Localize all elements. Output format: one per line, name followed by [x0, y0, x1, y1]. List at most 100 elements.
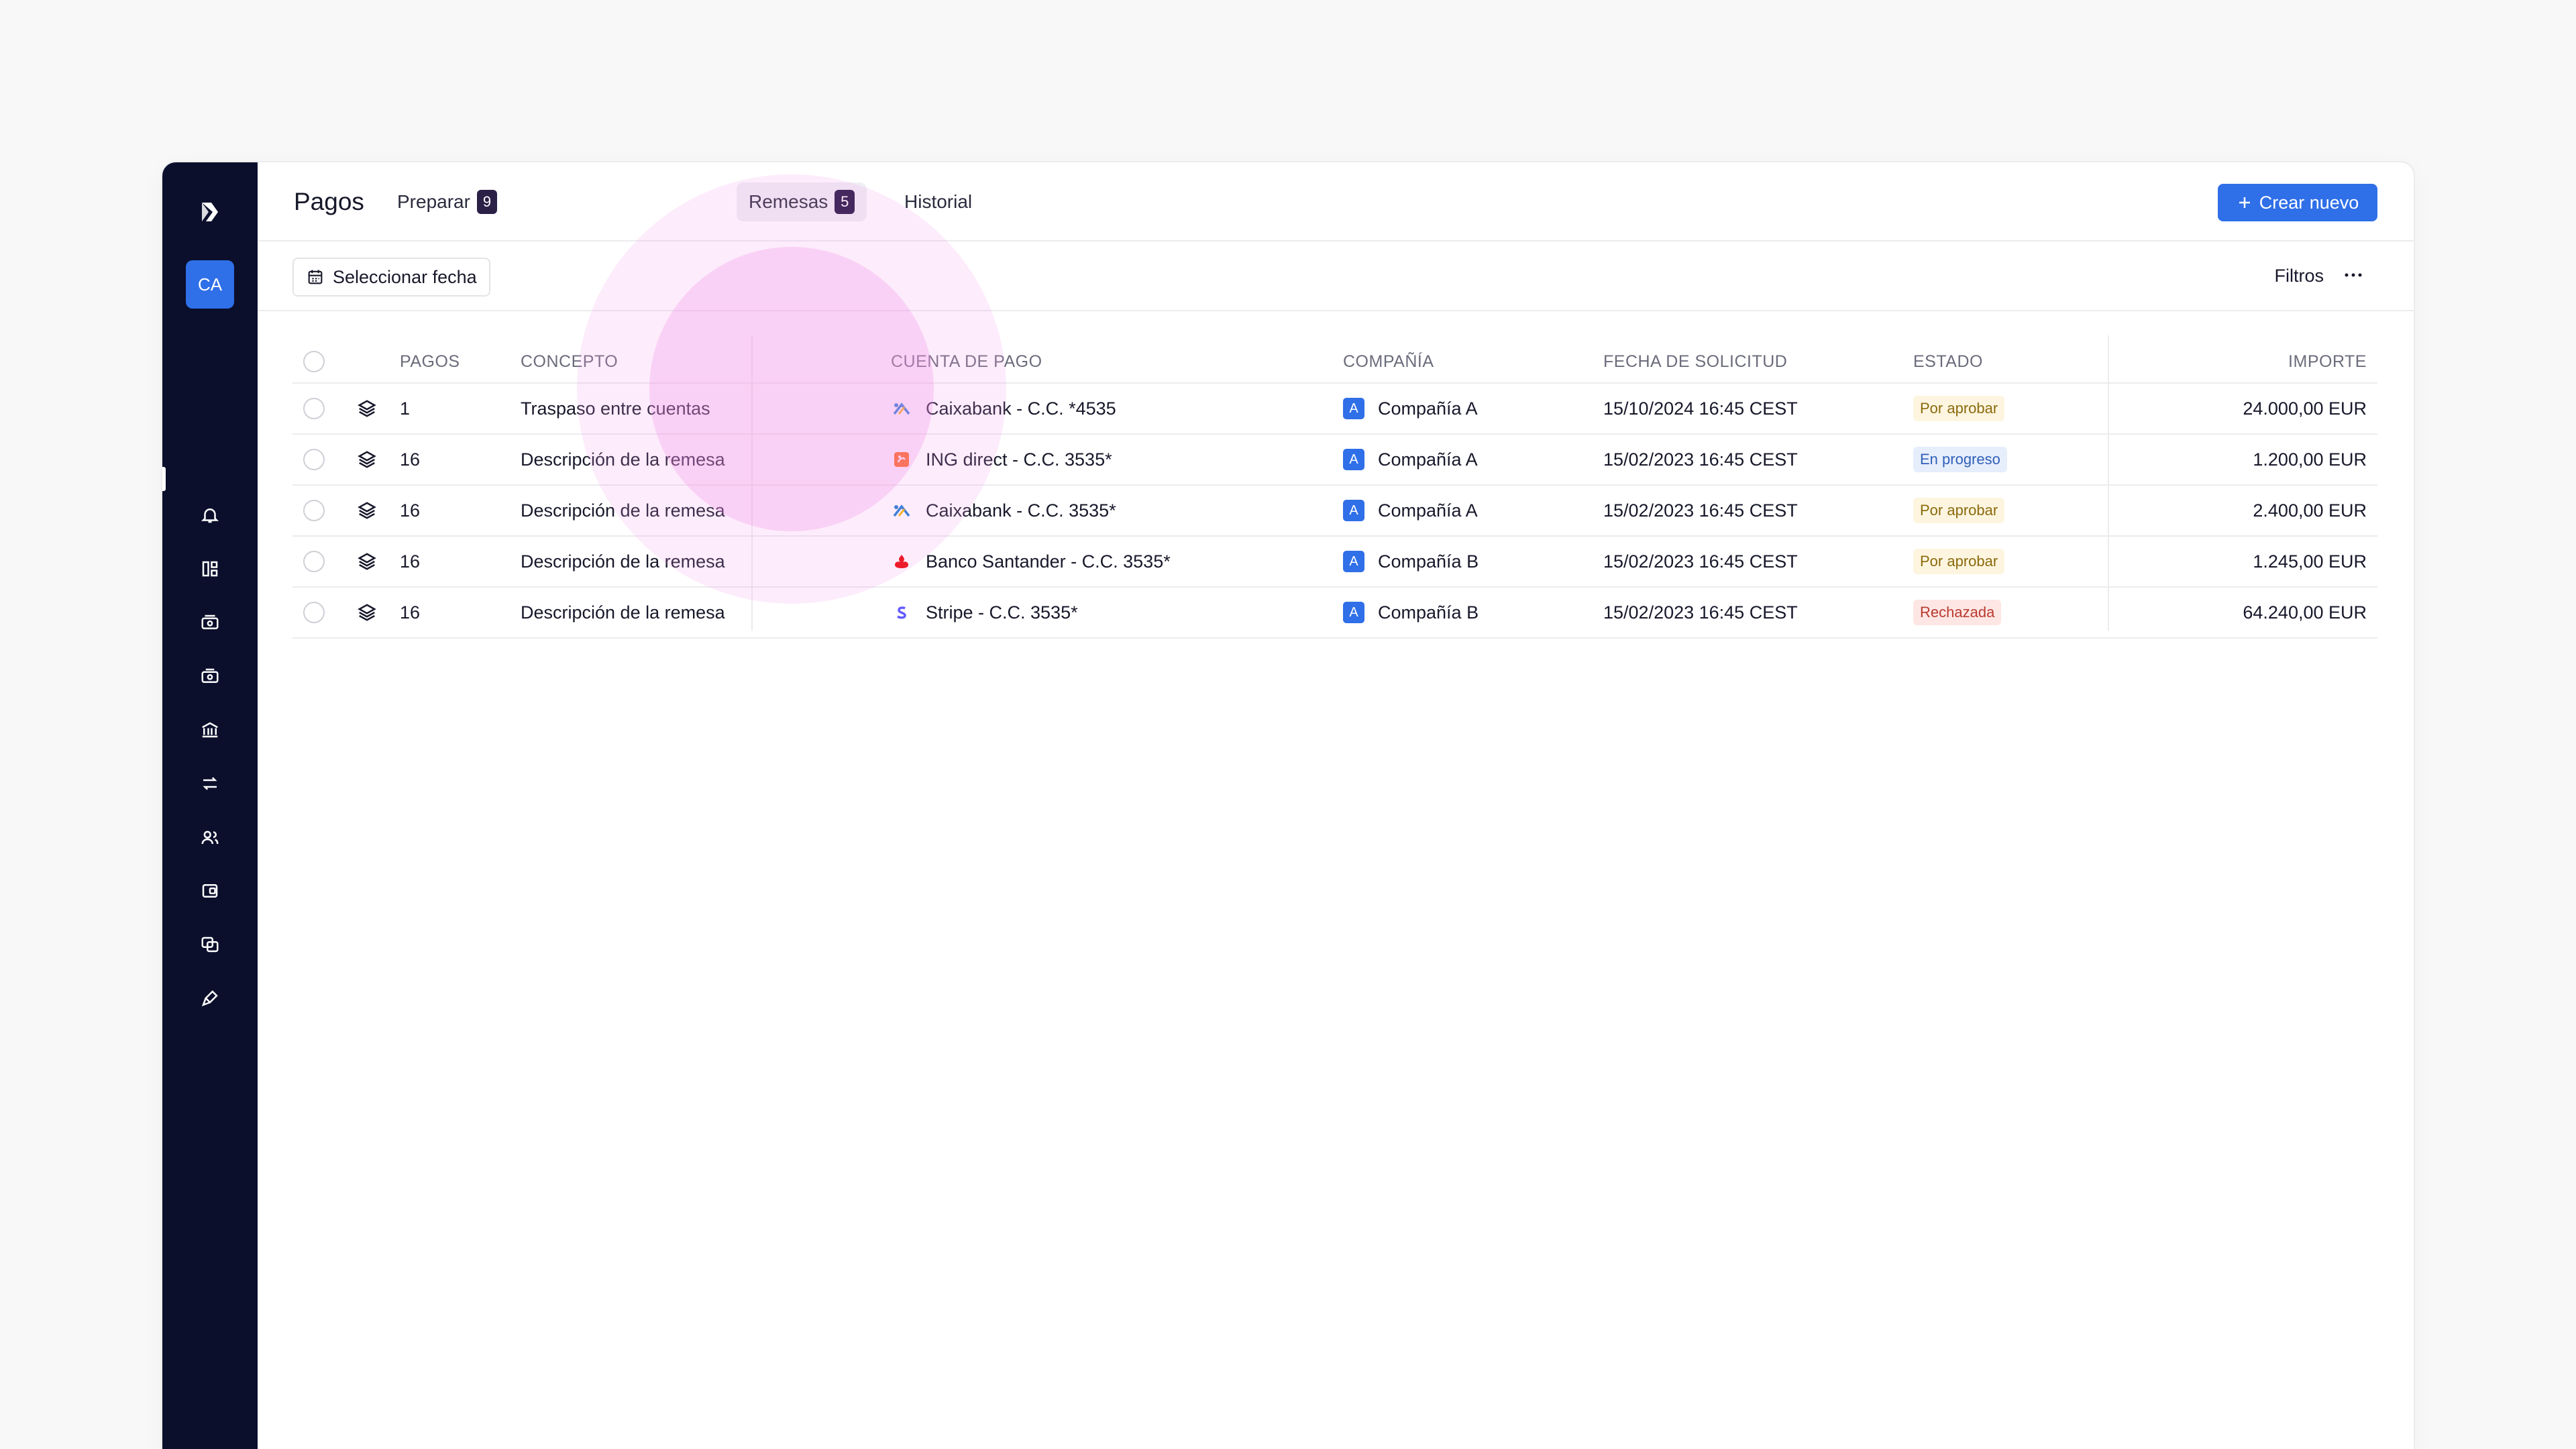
cell-compania: A Compañía B — [1343, 588, 1479, 637]
column-header-pagos[interactable]: PAGOS — [400, 335, 460, 382]
account-name: Banco Santander - C.C. 3535* — [926, 551, 1171, 572]
tab-preparar[interactable]: Preparar 9 — [385, 182, 509, 221]
cell-estado: Rechazada — [1913, 588, 2002, 637]
company-badge: A — [1343, 449, 1364, 470]
layers-icon — [357, 588, 377, 637]
sidebar-item-transfers[interactable] — [193, 766, 227, 801]
avatar[interactable]: CA — [186, 260, 234, 309]
cell-compania: A Compañía B — [1343, 537, 1479, 586]
page-title: Pagos — [294, 188, 364, 215]
company-badge: A — [1343, 398, 1364, 419]
cell-compania: A Compañía A — [1343, 486, 1478, 535]
integrations-icon — [201, 990, 218, 1007]
active-indicator — [162, 467, 166, 491]
account-name: Stripe - C.C. 3535* — [926, 602, 1078, 623]
row-checkbox[interactable] — [303, 588, 325, 637]
cell-fecha: 15/02/2023 16:45 CEST — [1603, 551, 1798, 572]
app-logo[interactable] — [193, 195, 227, 229]
bank-icon — [202, 722, 218, 738]
cell-importe: 1.200,00 EUR — [2253, 449, 2367, 470]
dashboard-icon — [202, 561, 218, 577]
cell-importe: 1.245,00 EUR — [2253, 551, 2367, 572]
cell-pagos: 16 — [400, 551, 421, 572]
cell-compania: A Compañía A — [1343, 384, 1478, 433]
cell-compania: A Compañía A — [1343, 435, 1478, 484]
row-checkbox[interactable] — [303, 435, 325, 484]
cell-importe: 24.000,00 EUR — [2243, 398, 2367, 419]
cell-importe: 2.400,00 EUR — [2253, 500, 2367, 521]
company-name: Compañía A — [1378, 500, 1478, 521]
create-new-label: Crear nuevo — [2259, 192, 2359, 213]
cell-cuenta: Stripe - C.C. 3535* — [891, 588, 1078, 637]
company-name: Compañía A — [1378, 449, 1478, 470]
cell-importe: 64.240,00 EUR — [2243, 602, 2367, 623]
create-new-button[interactable]: Crear nuevo — [2218, 184, 2377, 221]
layers-icon — [357, 384, 377, 433]
sidebar-item-notifications[interactable] — [193, 498, 227, 533]
logo-icon — [202, 203, 218, 221]
filters-button[interactable]: Filtros — [2275, 266, 2324, 286]
tab-label: Historial — [904, 191, 973, 212]
cell-pagos: 16 — [400, 500, 421, 521]
bell-icon — [201, 508, 219, 523]
documents-icon — [201, 936, 219, 953]
cell-pagos: 1 — [400, 398, 411, 419]
cell-estado: En progreso — [1913, 435, 2007, 484]
cell-fecha: 15/02/2023 16:45 CEST — [1603, 449, 1798, 470]
company-badge: A — [1343, 500, 1364, 521]
cell-fecha: 15/02/2023 16:45 CEST — [1603, 602, 1798, 623]
cell-estado: Por aprobar — [1913, 486, 2005, 535]
click-highlight-inner — [649, 247, 934, 531]
sidebar-item-payments[interactable] — [193, 605, 227, 640]
payments-icon — [201, 614, 219, 629]
app-window: CA Pagos Preparar 9 Remesas 5 Historial … — [162, 162, 2414, 1449]
tab-count-badge: 9 — [476, 190, 497, 214]
row-checkbox[interactable] — [303, 486, 325, 535]
cell-estado: Por aprobar — [1913, 537, 2005, 586]
layers-icon — [357, 435, 377, 484]
sidebar-item-banks[interactable] — [193, 712, 227, 747]
sidebar-item-wallet[interactable] — [193, 873, 227, 908]
page-header: Pagos Preparar 9 Remesas 5 Historial Cre… — [258, 162, 2414, 241]
company-badge: A — [1343, 602, 1364, 623]
cell-fecha: 15/02/2023 16:45 CEST — [1603, 500, 1798, 521]
status-badge: Por aprobar — [1913, 498, 2005, 523]
row-checkbox[interactable] — [303, 384, 325, 433]
sidebar-item-documents[interactable] — [193, 927, 227, 962]
company-name: Compañía B — [1378, 551, 1479, 572]
select-date-label: Seleccionar fecha — [333, 266, 477, 287]
plus-icon — [2239, 197, 2250, 208]
sidebar-item-integrations[interactable] — [193, 981, 227, 1016]
cell-pagos: 16 — [400, 449, 421, 470]
table-row[interactable]: 16 Descripción de la remesa Stripe - C.C… — [292, 588, 2377, 639]
select-all-checkbox[interactable] — [303, 335, 325, 382]
column-header-compania[interactable]: COMPAÑÍA — [1343, 335, 1434, 382]
more-options-button[interactable] — [2339, 262, 2368, 288]
sidebar-item-contacts[interactable] — [193, 820, 227, 855]
table-row[interactable]: 16 Descripción de la remesa Banco Santan… — [292, 537, 2377, 588]
select-date-button[interactable]: Seleccionar fecha — [292, 258, 490, 297]
cell-fecha: 15/10/2024 16:45 CEST — [1603, 398, 1798, 419]
sidebar: CA — [162, 162, 258, 1449]
column-header-estado[interactable]: ESTADO — [1913, 335, 1983, 382]
collections-icon — [201, 668, 219, 683]
company-name: Compañía B — [1378, 602, 1479, 623]
row-checkbox[interactable] — [303, 537, 325, 586]
tab-label: Preparar — [397, 191, 470, 212]
status-badge: Por aprobar — [1913, 549, 2005, 574]
sidebar-item-collections[interactable] — [193, 659, 227, 694]
more-horizontal-icon — [2345, 273, 2362, 277]
stripe-icon — [891, 602, 912, 623]
column-header-fecha[interactable]: FECHA DE SOLICITUD — [1603, 335, 1787, 382]
cell-concepto: Descripción de la remesa — [521, 602, 725, 623]
layers-icon — [357, 486, 377, 535]
users-icon — [201, 830, 219, 845]
toolbar: Seleccionar fecha Filtros — [258, 241, 2414, 311]
calendar-icon — [308, 270, 323, 284]
status-badge: En progreso — [1913, 447, 2007, 472]
column-header-importe[interactable]: IMPORTE — [2288, 335, 2367, 382]
company-badge: A — [1343, 551, 1364, 572]
company-name: Compañía A — [1378, 398, 1478, 419]
sidebar-item-dashboard[interactable] — [193, 551, 227, 586]
cell-estado: Por aprobar — [1913, 384, 2005, 433]
